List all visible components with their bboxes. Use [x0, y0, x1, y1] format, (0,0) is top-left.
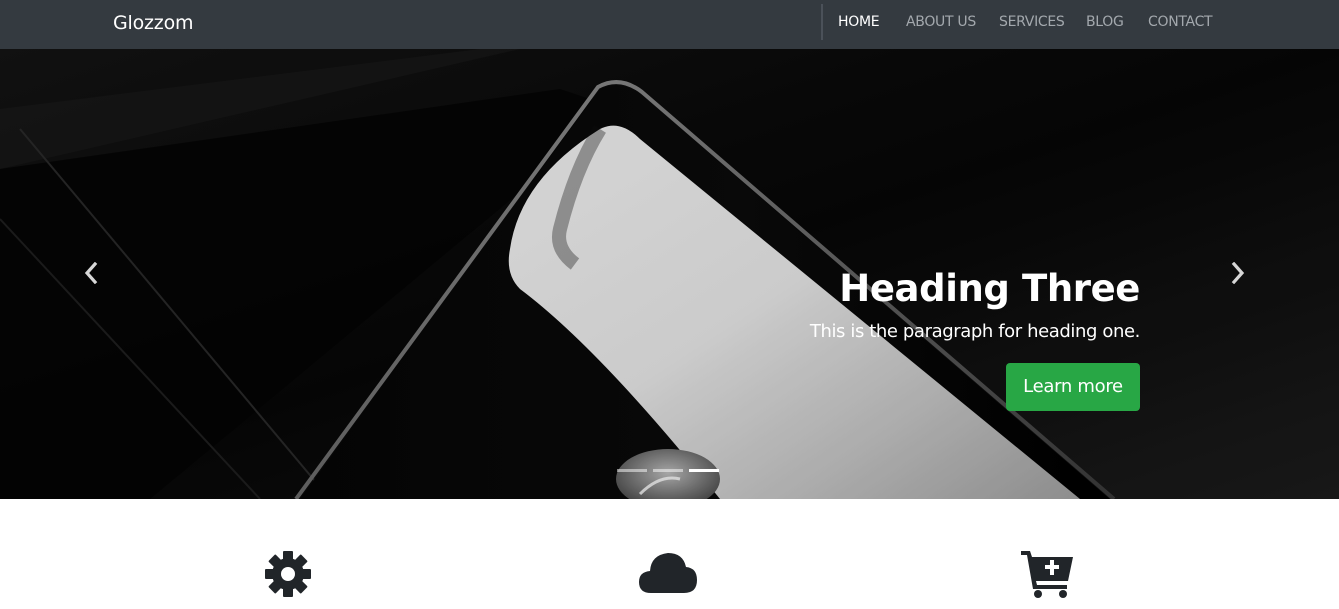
hero-carousel: Heading Three This is the paragraph for … — [0, 49, 1339, 499]
carousel-next-button[interactable] — [1226, 255, 1250, 291]
nav-link-blog[interactable]: BLOG — [1086, 14, 1124, 31]
learn-more-button[interactable]: Learn more — [1006, 363, 1140, 411]
carousel-indicator-2[interactable] — [653, 469, 683, 472]
chevron-left-icon — [84, 262, 98, 284]
nav-divider — [821, 4, 823, 40]
carousel-indicator-3[interactable] — [689, 469, 719, 472]
brand-logo[interactable]: Glozzom — [113, 11, 194, 35]
carousel-caption: Heading Three This is the paragraph for … — [620, 265, 1141, 411]
navbar: Glozzom HOME ABOUT US SERVICES BLOG CONT… — [0, 0, 1339, 49]
features-section — [0, 499, 1339, 609]
cart-plus-icon — [1021, 551, 1073, 598]
nav-link-about-us[interactable]: ABOUT US — [906, 14, 976, 31]
nav-link-home[interactable]: HOME — [838, 14, 880, 31]
carousel-prev-button[interactable] — [79, 255, 103, 291]
caption-heading: Heading Three — [839, 267, 1140, 310]
nav-link-services[interactable]: SERVICES — [999, 14, 1065, 31]
chevron-right-icon — [1231, 262, 1245, 284]
nav-link-contact[interactable]: CONTACT — [1148, 14, 1213, 31]
cloud-icon — [639, 553, 697, 593]
caption-paragraph: This is the paragraph for heading one. — [809, 321, 1141, 342]
gear-icon — [265, 551, 311, 597]
carousel-indicator-1[interactable] — [617, 469, 647, 472]
